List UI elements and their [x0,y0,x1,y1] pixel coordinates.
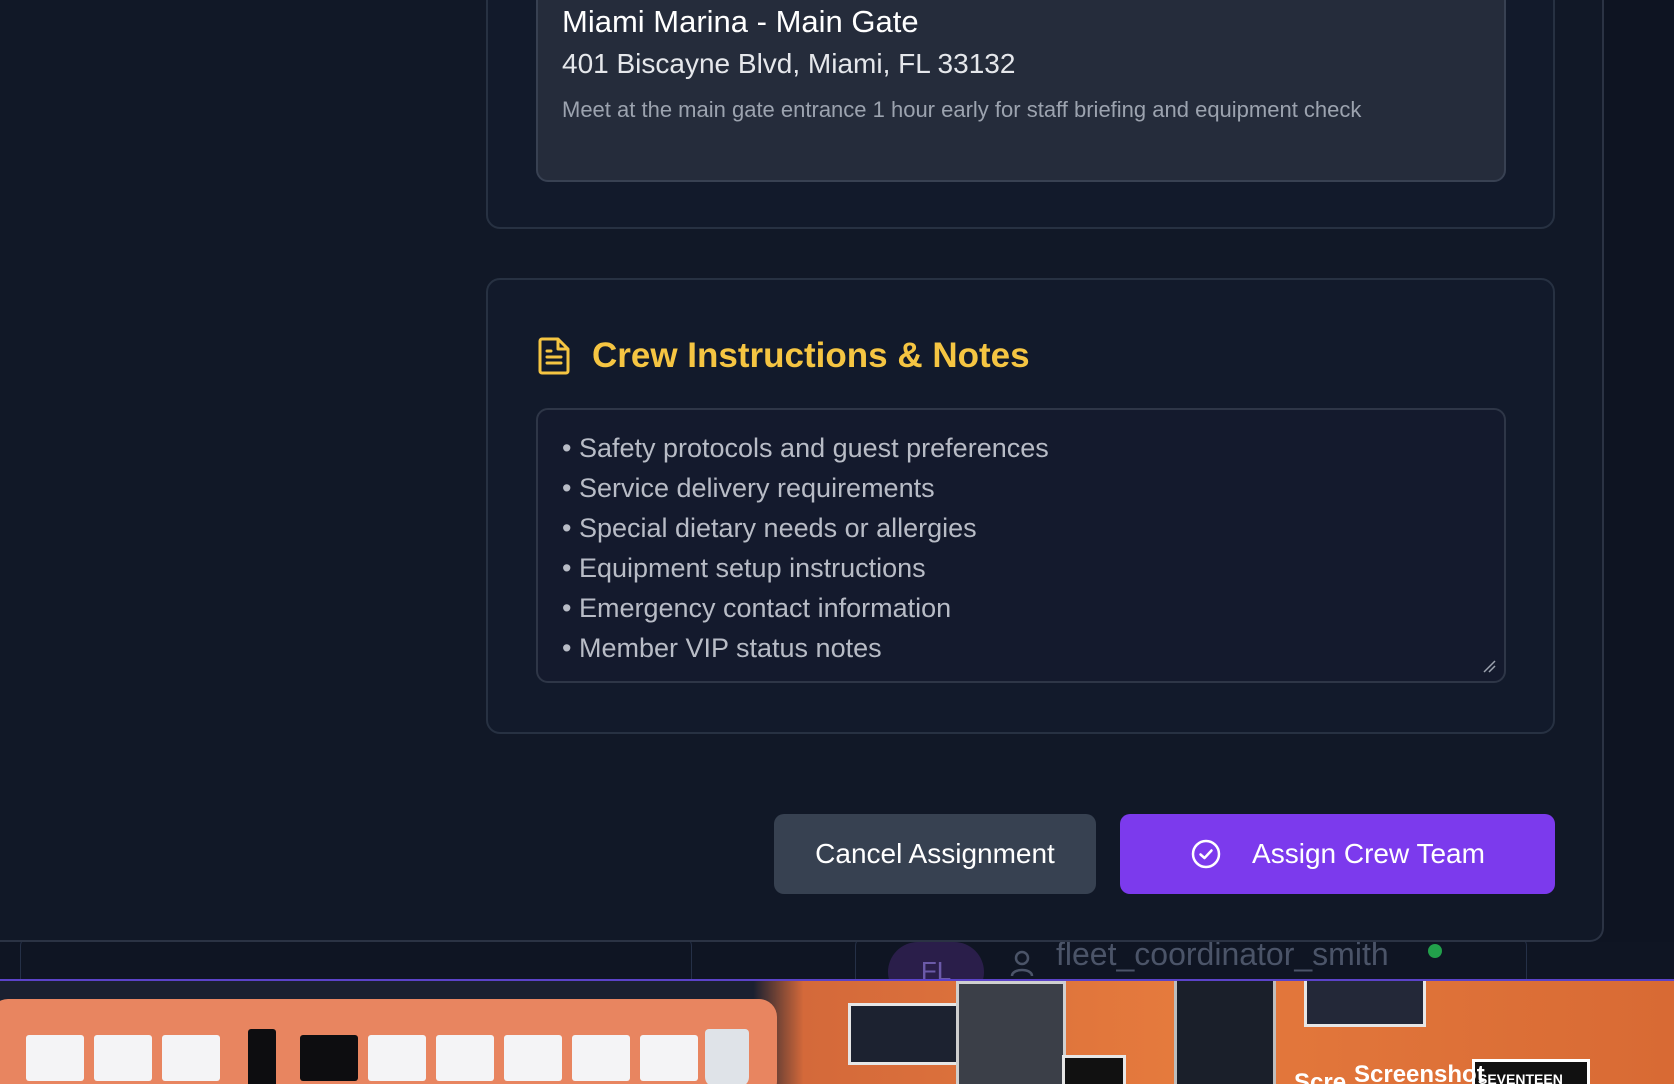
avatar: FL [888,942,984,982]
assignment-modal: Miami Marina - Main Gate 401 Biscayne Bl… [0,0,1604,942]
desktop-file-label[interactable]: Screenshot [1354,1061,1485,1084]
notes-line: • Safety protocols and guest preferences [562,433,1049,463]
notes-title: Crew Instructions & Notes [592,336,1030,375]
dock-app-icon[interactable] [640,1035,698,1081]
resize-handle-icon[interactable] [1482,659,1496,673]
notes-line: • Special dietary needs or allergies [562,513,977,543]
dock-app-icon[interactable] [26,1035,84,1081]
location-address: 401 Biscayne Blvd, Miami, FL 33132 [562,48,1016,79]
notes-line: • Equipment setup instructions [562,553,926,583]
check-circle-icon [1191,839,1221,869]
crew-notes-textarea[interactable]: • Safety protocols and guest preferences… [536,408,1506,683]
cancel-label: Cancel Assignment [815,838,1055,869]
location-note: Meet at the main gate entrance 1 hour ea… [562,97,1362,122]
desktop-area: Screenshot Scre SEVENTEEN [0,981,1674,1084]
notes-line: • Member VIP status notes [562,633,882,663]
dock-app-icon[interactable] [436,1035,494,1081]
online-status-dot [1428,944,1442,958]
dock-app-icon[interactable] [248,1029,276,1084]
notes-line: • Emergency contact information [562,593,952,623]
location-name: Miami Marina - Main Gate [562,4,919,39]
dock-app-icon[interactable] [94,1035,152,1081]
dock-app-icon[interactable] [300,1035,358,1081]
dock [0,999,777,1084]
location-card: Miami Marina - Main Gate 401 Biscayne Bl… [486,0,1555,229]
location-box: Miami Marina - Main Gate 401 Biscayne Bl… [536,0,1506,182]
dock-app-icon[interactable] [368,1035,426,1081]
background-username: fleet_coordinator_smith [1056,942,1389,972]
cancel-assignment-button[interactable]: Cancel Assignment [774,814,1096,894]
assign-label: Assign Crew Team [1252,838,1485,869]
desktop-file-thumbnail[interactable] [956,981,1066,1084]
desktop-file-label[interactable]: Scre [1294,1069,1346,1084]
document-icon [538,337,570,375]
background-app: FL fleet_coordinator_smith [0,942,1674,982]
trash-icon[interactable] [705,1029,749,1084]
desktop-file-thumbnail[interactable] [848,1003,964,1065]
crew-notes-card: Crew Instructions & Notes • Safety proto… [486,278,1555,734]
assign-crew-team-button[interactable]: Assign Crew Team [1120,814,1555,894]
user-icon [1010,950,1034,977]
background-panel [20,942,692,982]
dock-app-icon[interactable] [504,1035,562,1081]
dock-app-icon[interactable] [572,1035,630,1081]
desktop-file-thumbnail[interactable] [1062,1055,1126,1084]
desktop-file-thumbnail[interactable] [1174,981,1276,1084]
desktop-file-thumbnail[interactable] [1304,981,1426,1027]
dock-app-icon[interactable] [162,1035,220,1081]
notes-line: • Service delivery requirements [562,473,935,503]
desktop-file-label[interactable]: SEVENTEEN [1478,1071,1563,1084]
